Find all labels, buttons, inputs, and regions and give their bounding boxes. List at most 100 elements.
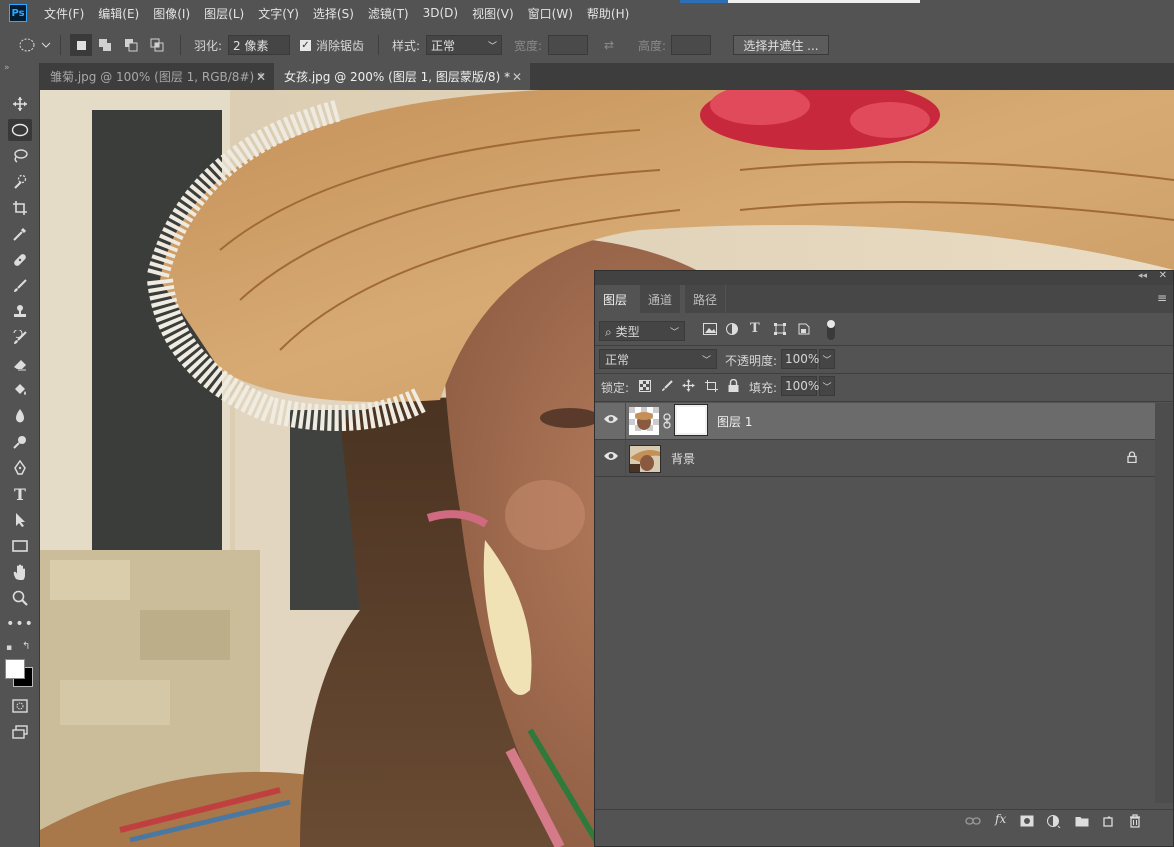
paint-bucket-tool-icon[interactable]	[8, 379, 32, 401]
blend-mode-select[interactable]: 正常 ﹀	[599, 349, 717, 369]
antialias-checkbox[interactable]: ✓ 消除锯齿	[300, 27, 364, 63]
new-layer-icon[interactable]	[1102, 815, 1115, 831]
lock-position-icon[interactable]	[682, 379, 695, 395]
healing-brush-tool-icon[interactable]	[8, 249, 32, 271]
add-mask-icon[interactable]	[1020, 815, 1034, 830]
filter-type-layer-icon[interactable]: T	[750, 321, 760, 336]
pen-tool-icon[interactable]	[8, 457, 32, 479]
intersect-selection-icon[interactable]	[144, 34, 170, 56]
height-input[interactable]	[671, 35, 711, 55]
foreground-color-swatch[interactable]	[5, 659, 25, 679]
layer-style-fx-icon[interactable]: fx	[995, 812, 1006, 826]
layer-thumbnail[interactable]	[629, 407, 659, 435]
menu-view[interactable]: 视图(V)	[465, 5, 521, 22]
new-selection-icon[interactable]	[70, 34, 92, 56]
fill-slider-toggle[interactable]: ﹀	[819, 376, 835, 396]
swap-width-height-icon[interactable]: ⇄	[604, 27, 614, 63]
layer-row-layer1[interactable]: 图层 1	[595, 403, 1155, 439]
close-panel-icon[interactable]: ✕	[1159, 270, 1167, 281]
crop-tool-icon[interactable]	[8, 197, 32, 219]
swap-colors-icon[interactable]: ↰	[22, 641, 30, 652]
more-tools-icon[interactable]: •••	[6, 613, 33, 635]
checkbox-check-icon[interactable]: ✓	[300, 39, 311, 51]
filter-toggle[interactable]	[827, 320, 835, 340]
menu-edit[interactable]: 编辑(E)	[91, 5, 146, 22]
filter-shape-layer-icon[interactable]	[774, 323, 786, 338]
close-tab-icon[interactable]: ✕	[256, 70, 266, 84]
screen-mode-icon[interactable]	[8, 721, 32, 743]
opacity-slider-toggle[interactable]: ﹀	[819, 349, 835, 369]
elliptical-marquee-tool-icon[interactable]	[8, 119, 32, 141]
lock-image-pixels-icon[interactable]	[661, 380, 673, 395]
opacity-input[interactable]: 100%	[781, 349, 819, 369]
tab-layers[interactable]: 图层	[595, 285, 636, 313]
menu-filter[interactable]: 滤镜(T)	[361, 5, 416, 22]
new-group-folder-icon[interactable]	[1075, 815, 1089, 830]
filter-pixel-layer-icon[interactable]	[703, 323, 717, 338]
layer-name[interactable]: 图层 1	[717, 413, 752, 430]
filter-smart-object-icon[interactable]	[798, 323, 810, 338]
menu-layer[interactable]: 图层(L)	[197, 5, 251, 22]
search-icon: ⌕	[605, 324, 612, 339]
dodge-tool-icon[interactable]	[8, 431, 32, 453]
tab-girl[interactable]: 女孩.jpg @ 200% (图层 1, 图层蒙版/8) * ✕	[274, 63, 530, 90]
delete-layer-trash-icon[interactable]	[1129, 814, 1141, 831]
menu-file[interactable]: 文件(F)	[37, 5, 91, 22]
eraser-tool-icon[interactable]	[8, 353, 32, 375]
move-tool-icon[interactable]	[8, 93, 32, 115]
blur-tool-icon[interactable]	[8, 405, 32, 427]
lock-all-icon[interactable]	[728, 378, 739, 395]
menu-image[interactable]: 图像(I)	[146, 5, 197, 22]
type-tool-icon[interactable]: T	[8, 483, 32, 505]
layer-filter-select[interactable]: ⌕ 类型 ﹀	[599, 321, 685, 341]
new-adjustment-layer-icon[interactable]	[1047, 815, 1061, 831]
tab-label: 女孩.jpg @ 200% (图层 1, 图层蒙版/8) *	[284, 70, 511, 84]
menu-window[interactable]: 窗口(W)	[521, 5, 580, 22]
quick-selection-tool-icon[interactable]	[8, 171, 32, 193]
photoshop-logo[interactable]: Ps	[9, 4, 27, 22]
default-colors-icon[interactable]: ▪	[6, 643, 12, 653]
menu-help[interactable]: 帮助(H)	[580, 5, 636, 22]
tab-channels[interactable]: 通道	[640, 285, 681, 313]
history-brush-tool-icon[interactable]	[8, 327, 32, 349]
link-layers-icon[interactable]	[965, 815, 981, 829]
feather-input[interactable]: 2 像素	[228, 35, 290, 55]
panel-menu-icon[interactable]: ≡	[1157, 291, 1167, 305]
fill-input[interactable]: 100%	[781, 376, 819, 396]
close-tab-icon[interactable]: ✕	[512, 70, 522, 84]
tool-preset-picker[interactable]	[18, 27, 52, 63]
layer-mask-link-icon[interactable]	[663, 413, 671, 432]
brush-tool-icon[interactable]	[8, 275, 32, 297]
clone-stamp-tool-icon[interactable]	[8, 301, 32, 323]
chevron-down-icon: ﹀	[669, 327, 679, 338]
add-to-selection-icon[interactable]	[92, 34, 118, 56]
subtract-from-selection-icon[interactable]	[118, 34, 144, 56]
layer-name[interactable]: 背景	[671, 450, 695, 467]
rectangle-tool-icon[interactable]	[8, 535, 32, 557]
layer-mask-thumbnail[interactable]	[674, 404, 708, 436]
quick-mask-icon[interactable]	[8, 695, 32, 717]
filter-adjustment-layer-icon[interactable]	[726, 323, 738, 338]
visibility-eye-icon[interactable]	[603, 413, 619, 428]
lock-artboard-icon[interactable]	[705, 380, 718, 395]
tab-paths[interactable]: 路径	[685, 285, 726, 313]
path-selection-tool-icon[interactable]	[8, 509, 32, 531]
tab-daisy[interactable]: 雏菊.jpg @ 100% (图层 1, RGB/8#) * ✕	[40, 63, 274, 90]
menu-type[interactable]: 文字(Y)	[251, 5, 306, 22]
collapse-toolbar-icon[interactable]: »	[4, 63, 10, 73]
width-input[interactable]	[548, 35, 588, 55]
eyedropper-tool-icon[interactable]	[8, 223, 32, 245]
layer-thumbnail[interactable]	[629, 445, 661, 473]
layer-row-background[interactable]: 背景	[595, 440, 1155, 476]
style-select[interactable]: 正常 ﹀	[426, 35, 502, 55]
zoom-tool-icon[interactable]	[8, 587, 32, 609]
lock-transparent-pixels-icon[interactable]	[639, 380, 651, 395]
visibility-eye-icon[interactable]	[603, 450, 619, 465]
layers-scrollbar[interactable]	[1155, 403, 1173, 803]
hand-tool-icon[interactable]	[8, 561, 32, 583]
menu-select[interactable]: 选择(S)	[306, 5, 361, 22]
collapse-panel-icon[interactable]: ◂◂	[1138, 271, 1147, 281]
lasso-tool-icon[interactable]	[8, 145, 32, 167]
select-and-mask-button[interactable]: 选择并遮住 ...	[733, 35, 829, 55]
menu-3d[interactable]: 3D(D)	[416, 6, 465, 20]
